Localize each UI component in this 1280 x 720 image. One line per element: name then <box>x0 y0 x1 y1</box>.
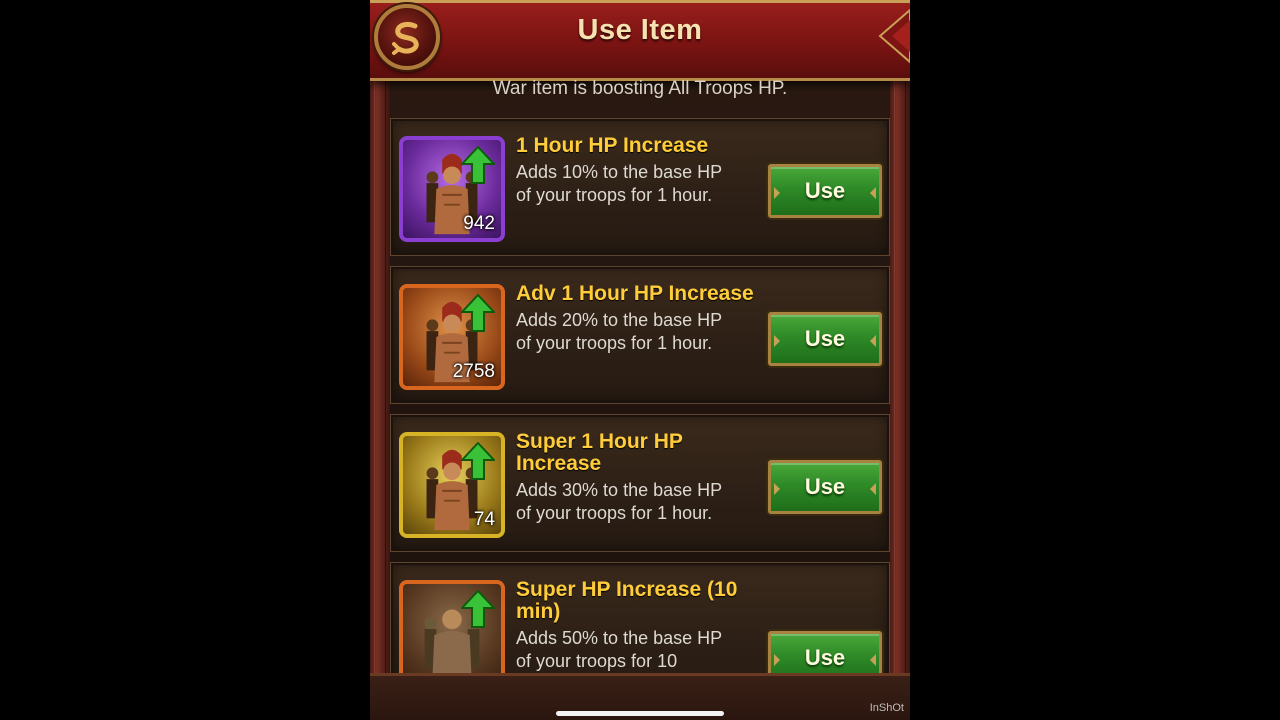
item-description-line2: of your troops for 1 hour. <box>516 185 713 205</box>
item-description-line2: of your troops for 1 hour. <box>516 333 713 353</box>
use-button[interactable]: Use <box>768 631 882 678</box>
item-count: 2758 <box>452 361 495 382</box>
item-name: 1 Hour HP Increase <box>516 134 709 157</box>
item-icon[interactable]: 74 <box>399 432 505 538</box>
use-button[interactable]: Use <box>768 164 882 218</box>
item-card: 2758 Adv 1 Hour HP Increase Adds 20% to … <box>390 266 890 404</box>
game-screen: Use Item War item is boosting All Troops… <box>370 0 910 720</box>
green-up-arrow-icon <box>461 294 495 332</box>
header-corner-ornament <box>878 8 910 64</box>
green-up-arrow-icon <box>461 442 495 480</box>
page-title: Use Item <box>577 14 703 46</box>
green-up-arrow-icon <box>461 146 495 184</box>
item-icon[interactable]: 942 <box>399 136 505 242</box>
item-name: Super HP Increase (10 min) <box>516 578 738 623</box>
header-bar: Use Item <box>370 0 910 81</box>
item-card: 942 1 Hour HP Increase Adds 10% to the b… <box>390 118 890 256</box>
item-name: Super 1 Hour HP Increase <box>516 430 683 475</box>
item-list[interactable]: 942 1 Hour HP Increase Adds 10% to the b… <box>390 118 890 678</box>
item-count: 942 <box>463 213 495 234</box>
item-description-line1: Adds 30% to the base HP <box>516 480 723 500</box>
item-count: 74 <box>473 509 495 530</box>
boost-status-text: War item is boosting All Troops HP. <box>492 78 788 99</box>
item-name: Adv 1 Hour HP Increase <box>516 282 754 305</box>
item-icon[interactable]: 2758 <box>399 284 505 390</box>
item-description-line1: Adds 10% to the base HP <box>516 162 723 182</box>
item-description-line1: Adds 50% to the base HP <box>516 628 723 648</box>
item-card: Super HP Increase (10 min) Adds 50% to t… <box>390 562 890 678</box>
use-button[interactable]: Use <box>768 312 882 366</box>
item-description-line2: of your troops for 10 <box>516 651 678 671</box>
home-indicator[interactable] <box>556 711 724 716</box>
item-card: 74 Super 1 Hour HP Increase Adds 30% to … <box>390 414 890 552</box>
item-description-line1: Adds 20% to the base HP <box>516 310 723 330</box>
watermark-text: InShOt <box>869 702 904 714</box>
green-up-arrow-icon <box>461 590 495 628</box>
item-description-line2: of your troops for 1 hour. <box>516 503 713 523</box>
right-frame-pillar <box>890 70 910 720</box>
use-button[interactable]: Use <box>768 460 882 514</box>
item-icon[interactable] <box>399 580 505 678</box>
left-frame-pillar <box>370 70 390 720</box>
